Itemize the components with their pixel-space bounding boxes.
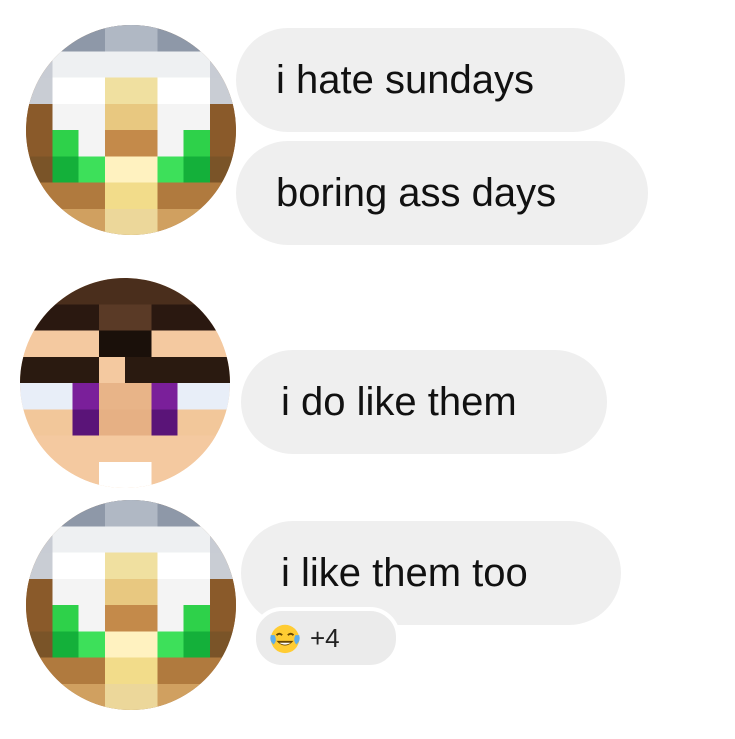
message-text: i like them too — [281, 551, 528, 595]
message-bubble[interactable]: boring ass days — [236, 141, 648, 245]
message-text: i hate sundays — [276, 58, 534, 102]
message-text: i do like them — [281, 380, 517, 424]
avatar-user-a[interactable] — [26, 25, 236, 235]
avatar-user-b[interactable] — [20, 278, 230, 488]
face-with-tears-of-joy-icon — [268, 621, 302, 655]
reaction-badge[interactable]: +4 — [252, 607, 400, 669]
message-bubble[interactable]: i hate sundays — [236, 28, 625, 132]
avatar-user-a-image — [26, 500, 236, 710]
avatar-user-a-image — [26, 25, 236, 235]
message-bubble[interactable]: i do like them — [241, 350, 607, 454]
avatar-user-b-image — [20, 278, 230, 488]
reaction-count: +4 — [310, 622, 340, 653]
message-text: boring ass days — [276, 171, 557, 215]
avatar-user-a[interactable] — [26, 500, 236, 710]
